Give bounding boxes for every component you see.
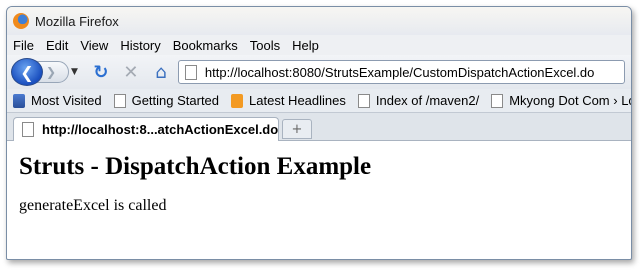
page-message: generateExcel is called (19, 197, 167, 214)
bookmarks-toolbar: Most Visited Getting Started Latest Head… (7, 89, 631, 113)
menu-bookmarks[interactable]: Bookmarks (173, 38, 238, 53)
reload-icon[interactable]: ↻ (88, 62, 114, 83)
bookmark-most-visited[interactable]: Most Visited (13, 93, 102, 108)
title-bar: Mozilla Firefox (7, 7, 631, 35)
bookmark-label: Latest Headlines (249, 93, 346, 108)
bookmark-label: Mkyong Dot Com › Lo... (509, 93, 631, 108)
menu-tools[interactable]: Tools (250, 38, 280, 53)
tab-page-icon (22, 122, 34, 137)
page-content: Struts - DispatchAction Example generate… (7, 141, 631, 227)
plus-icon: + (291, 121, 303, 137)
forward-arrow-icon: ❯ (46, 65, 57, 79)
menu-history[interactable]: History (120, 38, 160, 53)
bookmark-mkyong[interactable]: Mkyong Dot Com › Lo... (491, 93, 631, 108)
bookmark-index-maven2[interactable]: Index of /maven2/ (357, 93, 480, 108)
url-text[interactable]: http://localhost:8080/StrutsExample/Cust… (205, 65, 594, 80)
navigation-toolbar: ❮ ❯ ▼ ↻ ✕ ⌂ http://localhost:8080/Struts… (7, 55, 631, 89)
page-icon (491, 93, 504, 108)
bookmark-getting-started[interactable]: Getting Started (113, 93, 220, 108)
tab-label: http://localhost:8...atchActionExcel.do (42, 122, 279, 137)
most-visited-icon (13, 93, 25, 108)
back-arrow-icon: ❮ (20, 62, 34, 82)
url-bar[interactable]: http://localhost:8080/StrutsExample/Cust… (177, 60, 625, 84)
site-page-icon (184, 64, 197, 80)
firefox-logo-icon (13, 13, 29, 29)
bookmark-label: Most Visited (31, 93, 102, 108)
menu-edit[interactable]: Edit (46, 38, 68, 53)
menu-file[interactable]: File (13, 38, 34, 53)
home-icon[interactable]: ⌂ (148, 62, 174, 83)
menu-help[interactable]: Help (292, 38, 319, 53)
tab-strip: http://localhost:8...atchActionExcel.do … (7, 113, 631, 141)
new-tab-button[interactable]: + (282, 119, 312, 139)
bookmark-label: Index of /maven2/ (375, 93, 480, 108)
page-icon (357, 93, 370, 108)
browser-window: Mozilla Firefox File Edit View History B… (6, 6, 632, 260)
back-button[interactable]: ❮ (11, 58, 43, 86)
history-dropdown-icon[interactable]: ▼ (71, 67, 78, 77)
menu-bar: File Edit View History Bookmarks Tools H… (7, 35, 631, 55)
menu-view[interactable]: View (80, 38, 108, 53)
bookmark-label: Getting Started (131, 93, 220, 108)
page-heading: Struts - DispatchAction Example (19, 153, 372, 180)
window-title: Mozilla Firefox (35, 13, 119, 29)
stop-icon[interactable]: ✕ (118, 62, 144, 83)
tab-active[interactable]: http://localhost:8...atchActionExcel.do (13, 117, 279, 141)
rss-icon (231, 93, 244, 108)
bookmark-latest-headlines[interactable]: Latest Headlines (231, 93, 346, 108)
page-icon (113, 93, 126, 108)
